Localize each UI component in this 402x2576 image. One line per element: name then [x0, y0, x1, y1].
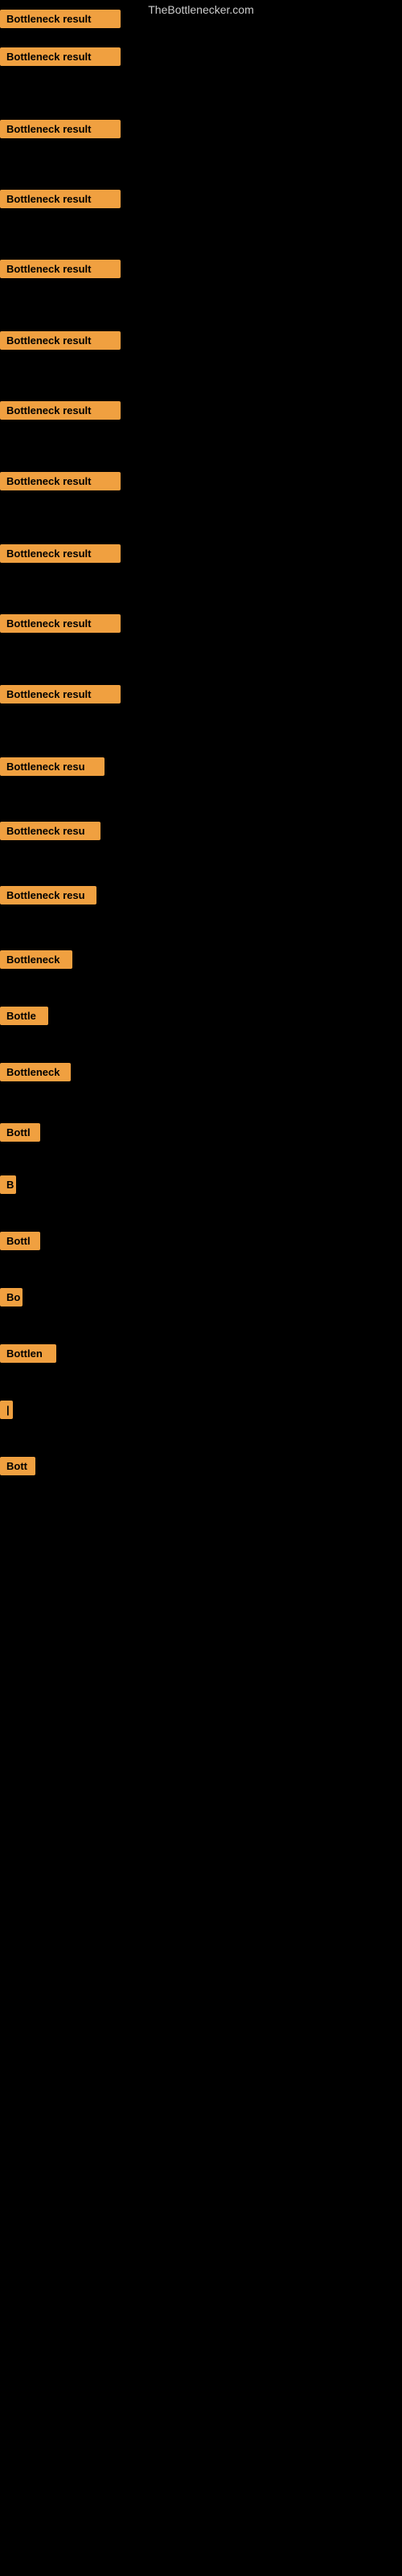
bottleneck-result-row-4: Bottleneck result: [0, 190, 121, 212]
bottleneck-label-19: B: [0, 1175, 16, 1194]
bottleneck-result-row-17: Bottleneck: [0, 1063, 71, 1085]
bottleneck-result-row-20: Bottl: [0, 1232, 40, 1254]
bottleneck-result-row-6: Bottleneck result: [0, 331, 121, 354]
bottleneck-label-6: Bottleneck result: [0, 331, 121, 350]
bottleneck-result-row-1: Bottleneck result: [0, 10, 121, 32]
bottleneck-result-row-10: Bottleneck result: [0, 614, 121, 637]
bottleneck-result-row-8: Bottleneck result: [0, 472, 121, 494]
bottleneck-label-20: Bottl: [0, 1232, 40, 1250]
bottleneck-label-17: Bottleneck: [0, 1063, 71, 1081]
bottleneck-label-14: Bottleneck resu: [0, 886, 96, 904]
bottleneck-label-23: |: [0, 1401, 13, 1419]
bottleneck-result-row-12: Bottleneck resu: [0, 757, 105, 780]
bottleneck-result-row-2: Bottleneck result: [0, 47, 121, 70]
bottleneck-result-row-23: |: [0, 1401, 13, 1423]
bottleneck-result-row-13: Bottleneck resu: [0, 822, 100, 844]
bottleneck-label-1: Bottleneck result: [0, 10, 121, 28]
bottleneck-result-row-11: Bottleneck result: [0, 685, 121, 708]
bottleneck-result-row-5: Bottleneck result: [0, 260, 121, 282]
bottleneck-result-row-21: Bo: [0, 1288, 23, 1311]
bottleneck-result-row-18: Bottl: [0, 1123, 40, 1146]
bottleneck-label-24: Bott: [0, 1457, 35, 1475]
bottleneck-label-11: Bottleneck result: [0, 685, 121, 703]
bottleneck-result-row-16: Bottle: [0, 1007, 48, 1029]
bottleneck-label-4: Bottleneck result: [0, 190, 121, 208]
bottleneck-result-row-14: Bottleneck resu: [0, 886, 96, 909]
bottleneck-label-8: Bottleneck result: [0, 472, 121, 490]
bottleneck-label-5: Bottleneck result: [0, 260, 121, 278]
results-container: Bottleneck result Bottleneck result Bottle…: [0, 19, 402, 2576]
bottleneck-result-row-22: Bottlen: [0, 1344, 56, 1367]
bottleneck-result-row-7: Bottleneck result: [0, 401, 121, 424]
bottleneck-label-13: Bottleneck resu: [0, 822, 100, 840]
bottleneck-label-12: Bottleneck resu: [0, 757, 105, 776]
bottleneck-label-10: Bottleneck result: [0, 614, 121, 633]
bottleneck-label-7: Bottleneck result: [0, 401, 121, 420]
bottleneck-label-22: Bottlen: [0, 1344, 56, 1363]
bottleneck-label-21: Bo: [0, 1288, 23, 1306]
bottleneck-result-row-9: Bottleneck result: [0, 544, 121, 567]
bottleneck-label-3: Bottleneck result: [0, 120, 121, 138]
bottleneck-label-9: Bottleneck result: [0, 544, 121, 563]
bottleneck-label-2: Bottleneck result: [0, 47, 121, 66]
bottleneck-label-18: Bottl: [0, 1123, 40, 1142]
bottleneck-label-16: Bottle: [0, 1007, 48, 1025]
bottleneck-result-row-15: Bottleneck: [0, 950, 72, 973]
bottleneck-result-row-19: B: [0, 1175, 16, 1198]
bottleneck-result-row-3: Bottleneck result: [0, 120, 121, 142]
bottleneck-result-row-24: Bott: [0, 1457, 35, 1479]
bottleneck-label-15: Bottleneck: [0, 950, 72, 969]
page-wrapper: TheBottlenecker.com Bottleneck resultBot…: [0, 0, 402, 2576]
